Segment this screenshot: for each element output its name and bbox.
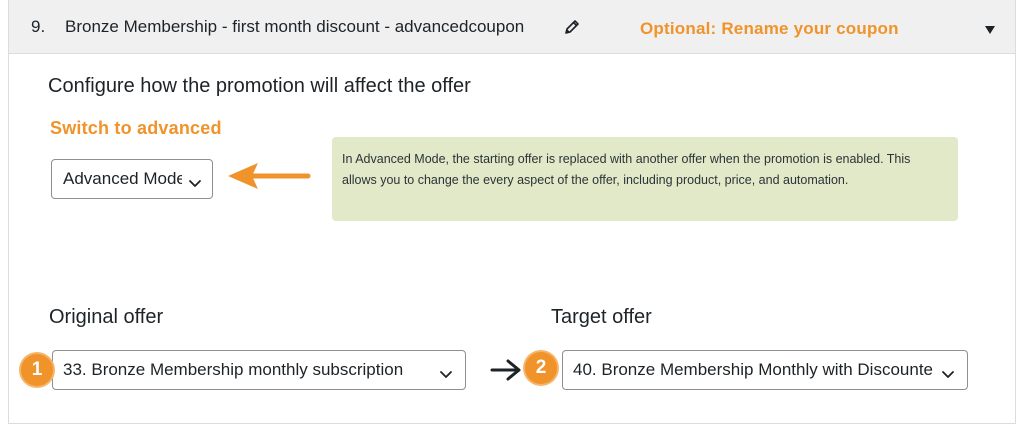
promotion-number: 9.: [31, 17, 46, 36]
mode-select[interactable]: Advanced Mode: [51, 159, 213, 199]
target-offer-select[interactable]: 40. Bronze Membership Monthly with Disco…: [562, 350, 968, 390]
section-title: Configure how the promotion will affect …: [48, 75, 471, 97]
original-offer-label: Original offer: [49, 306, 164, 328]
chevron-down-icon: [941, 366, 955, 378]
triangle-down-icon[interactable]: [984, 22, 996, 34]
panel-header[interactable]: 9. Bronze Membership - first month disco…: [9, 0, 1015, 54]
step-badge-2: 2: [525, 352, 557, 384]
arrow-left-icon: [222, 160, 314, 192]
target-offer-value: 40. Bronze Membership Monthly with Disco…: [573, 360, 933, 379]
switch-annotation: Switch to advanced: [50, 118, 222, 138]
arrow-right-icon: [489, 358, 525, 382]
rename-annotation: Optional: Rename your coupon: [640, 19, 899, 38]
target-offer-label: Target offer: [551, 306, 652, 328]
original-offer-select[interactable]: 33. Bronze Membership monthly subscripti…: [52, 350, 466, 390]
mode-select-value: Advanced Mode: [63, 169, 182, 188]
step-badge-1: 1: [21, 354, 53, 386]
pencil-icon[interactable]: [563, 18, 581, 36]
chevron-down-icon: [439, 366, 453, 378]
promotion-title: Bronze Membership - first month discount…: [65, 17, 525, 36]
advanced-mode-info: In Advanced Mode, the starting offer is …: [332, 137, 958, 221]
info-lead: In Advanced Mode: [342, 152, 446, 166]
original-offer-value: 33. Bronze Membership monthly subscripti…: [63, 360, 404, 379]
chevron-down-icon: [188, 175, 202, 187]
